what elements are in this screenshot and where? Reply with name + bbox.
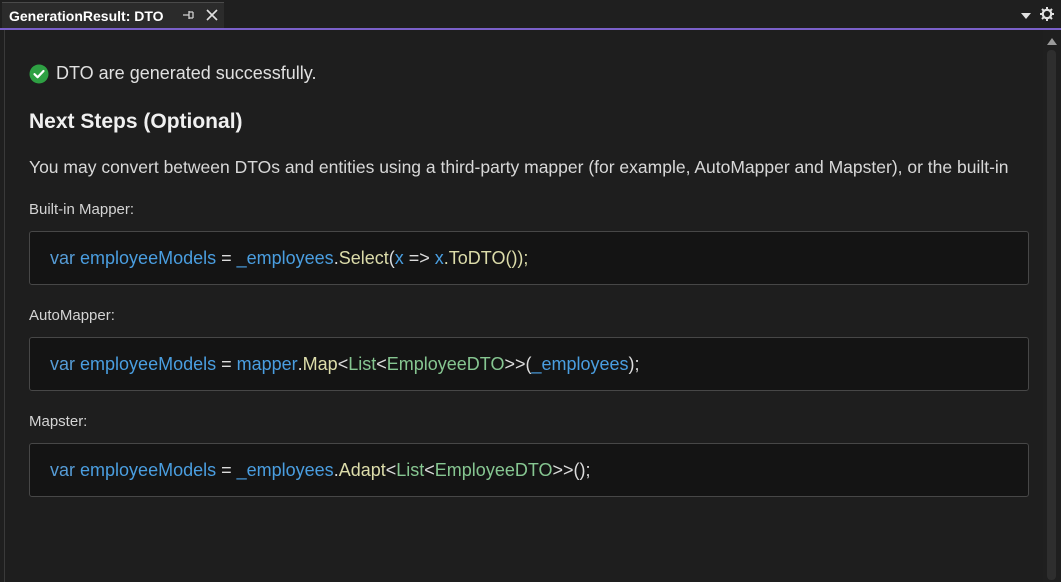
code-text: >>(); bbox=[552, 459, 591, 480]
mapster-code[interactable]: var employeeModels = _employees. Adapt < Li… bbox=[29, 443, 1029, 497]
document-tab-bar: GenerationResult: DTO bbox=[0, 0, 1061, 30]
code-keyword: var bbox=[50, 459, 76, 480]
code-text: < bbox=[424, 459, 435, 480]
code-type: EmployeeDTO bbox=[386, 353, 505, 374]
success-text: DTO are generated successfully. bbox=[56, 63, 317, 83]
code-variable: _employees bbox=[236, 247, 334, 268]
scrollbar-thumb[interactable] bbox=[1047, 50, 1056, 580]
code-text: ); bbox=[628, 353, 640, 374]
code-method: .ToDTO()); bbox=[443, 247, 529, 268]
code-variable: mapper bbox=[236, 353, 298, 374]
gear-icon[interactable] bbox=[1039, 6, 1055, 22]
code-text: >>( bbox=[504, 353, 532, 374]
scroll-up-arrow-icon[interactable] bbox=[1047, 37, 1057, 45]
code-text: < bbox=[385, 459, 397, 480]
success-message: DTO are generated successfully. bbox=[29, 63, 316, 84]
code-keyword: var bbox=[50, 353, 76, 374]
code-variable: employeeModels bbox=[80, 459, 217, 480]
builtin-mapper-code[interactable]: var employeeModels = _employees. Select(x… bbox=[29, 231, 1029, 285]
code-type: List bbox=[348, 353, 377, 374]
code-variable: employeeModels bbox=[80, 247, 217, 268]
code-method: Select bbox=[338, 247, 389, 268]
code-keyword: var bbox=[50, 247, 76, 268]
chevron-down-icon[interactable] bbox=[1019, 8, 1033, 22]
check-circle-icon bbox=[29, 64, 49, 83]
pin-icon[interactable] bbox=[180, 7, 196, 23]
code-text: => bbox=[403, 247, 435, 268]
code-variable: _employees bbox=[236, 459, 334, 480]
next-steps-heading: Next Steps (Optional) bbox=[29, 110, 243, 133]
automapper-label: AutoMapper: bbox=[29, 307, 115, 324]
code-method: Map bbox=[302, 353, 338, 374]
code-variable: x bbox=[434, 247, 444, 268]
code-type: List bbox=[396, 459, 425, 480]
code-text: = bbox=[216, 459, 237, 480]
code-variable: _employees bbox=[531, 353, 629, 374]
vertical-scrollbar[interactable] bbox=[1043, 30, 1061, 582]
tab-generation-result[interactable]: GenerationResult: DTO bbox=[2, 2, 224, 28]
code-text: < bbox=[337, 353, 349, 374]
code-text: = bbox=[216, 247, 237, 268]
tab-title: GenerationResult: DTO bbox=[9, 7, 164, 24]
automapper-code[interactable]: var employeeModels = mapper. Map < List < Emp… bbox=[29, 337, 1029, 391]
code-variable: x bbox=[394, 247, 404, 268]
code-variable: employeeModels bbox=[80, 353, 217, 374]
builtin-mapper-label: Built-in Mapper: bbox=[29, 201, 135, 218]
code-type: EmployeeDTO bbox=[434, 459, 553, 480]
close-icon[interactable] bbox=[204, 7, 220, 23]
code-method: Adapt bbox=[338, 459, 386, 480]
code-text: < bbox=[376, 353, 387, 374]
code-text: = bbox=[216, 353, 237, 374]
description-text: You may convert between DTOs and entitie… bbox=[29, 157, 1009, 177]
mapster-label: Mapster: bbox=[29, 413, 88, 430]
